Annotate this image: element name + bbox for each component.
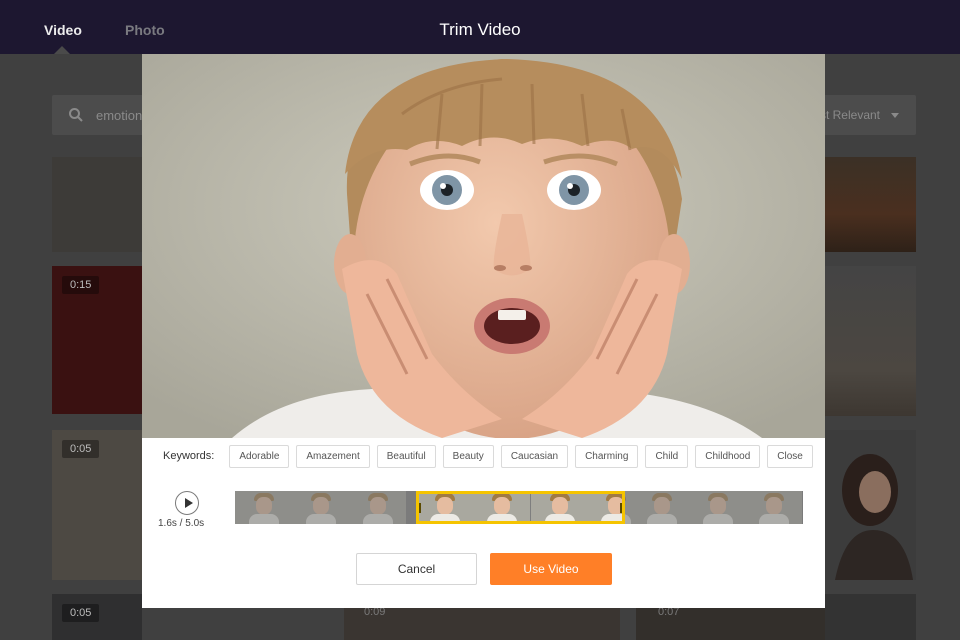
video-thumbnail[interactable]: 0:15 [52,266,142,414]
play-icon [185,498,193,508]
trim-start-handle[interactable] [419,503,421,513]
video-thumbnail[interactable] [825,157,916,252]
sort-dropdown-label[interactable]: st Relevant [820,108,880,122]
keyword-chip[interactable]: Amazement [296,444,370,468]
video-thumbnail[interactable] [825,594,916,640]
video-thumbnail[interactable]: 0:09 [344,608,620,640]
search-query: emotion [96,108,143,123]
trim-selection[interactable] [416,491,625,524]
video-thumbnail[interactable] [825,266,916,416]
video-thumbnail[interactable] [52,157,142,252]
cancel-button[interactable]: Cancel [356,553,477,585]
child-portrait-image [142,54,825,438]
trim-video-dialog: Keywords: Adorable Amazement Beautiful B… [142,54,825,608]
keyword-chip[interactable]: Caucasian [500,444,569,468]
woman-portrait-image [835,454,913,580]
duration-badge: 0:05 [62,440,100,458]
chevron-down-icon[interactable] [891,113,899,118]
keyword-chip[interactable]: Beauty [442,444,494,468]
keyword-chip[interactable]: Close [767,444,813,468]
video-thumbnail[interactable]: 0:05 [52,594,142,640]
keyword-chip[interactable]: Charming [575,444,639,468]
duration-badge: 0:05 [62,604,100,622]
trim-timeline[interactable] [235,491,803,524]
keyword-chip[interactable]: Child [645,444,689,468]
video-thumbnail[interactable] [825,430,916,580]
keyword-chip[interactable]: Beautiful [376,444,436,468]
video-preview[interactable] [142,54,825,438]
time-display: 1.6s / 5.0s [158,518,205,529]
duration-badge: 0:09 [364,608,386,618]
keywords-label: Keywords: [163,450,215,462]
use-video-button[interactable]: Use Video [490,553,612,585]
unselected-region-left [235,491,416,524]
play-button[interactable] [175,491,199,515]
keyword-chip[interactable]: Childhood [695,444,761,468]
duration-badge: 0:15 [62,276,100,294]
search-icon [69,108,83,122]
keyword-chip[interactable]: Adorable [229,444,290,468]
modal-title: Trim Video [439,20,521,39]
unselected-region-right [625,491,803,524]
video-thumbnail[interactable]: 0:05 [52,430,142,580]
keywords-row: Keywords: Adorable Amazement Beautiful B… [163,444,820,468]
trim-end-handle[interactable] [620,503,622,513]
active-tab-indicator [54,46,70,54]
duration-badge: 0:07 [658,608,680,618]
